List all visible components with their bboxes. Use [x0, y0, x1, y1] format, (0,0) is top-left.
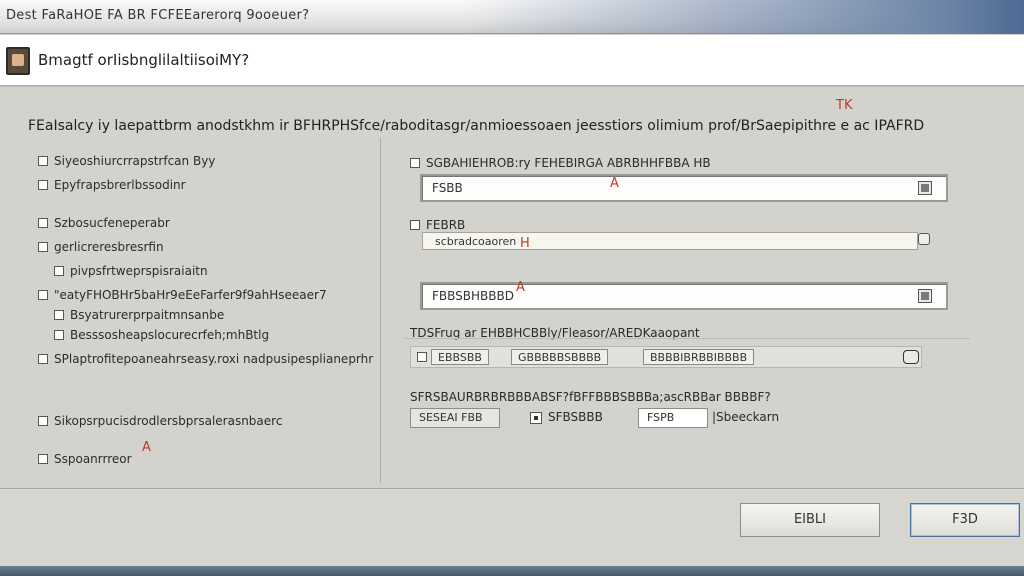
- annotation-mark: A: [610, 176, 619, 191]
- checkbox-icon[interactable]: [410, 220, 420, 230]
- option-label: pivpsfrtweprspisraiaitn: [70, 264, 208, 278]
- option-checkbox[interactable]: Bsyatrurerprpaitmnsanbe: [54, 308, 224, 322]
- checkbox-icon[interactable]: [38, 454, 48, 464]
- next-button[interactable]: F3D: [910, 503, 1020, 537]
- browse-icon[interactable]: [918, 181, 932, 195]
- option-checkbox[interactable]: Epyfrapsbrerlbssodinr: [38, 178, 186, 192]
- field1-label: SGBAHIEHROB:ry FEHEBIRGA ABRBHHFBBA HB: [410, 156, 711, 170]
- checkbox-icon[interactable]: [410, 158, 420, 168]
- back-button[interactable]: EIBLI: [740, 503, 880, 537]
- segment-1[interactable]: EBBSBB: [431, 349, 489, 365]
- dialog-footer: EIBLI F3D: [0, 488, 1024, 566]
- annotation-mark: A: [516, 280, 525, 295]
- taskbar-strip: [0, 566, 1024, 576]
- checkbox-icon[interactable]: [54, 310, 64, 320]
- option-label: SPlaptrofitepoaneahrseasy.roxi nadpusipe…: [54, 352, 374, 366]
- pair-mid-label: SFBSBBB: [548, 410, 603, 424]
- field2-value: scbradcoaoren: [435, 235, 517, 248]
- option-checkbox[interactable]: Besssosheapslocurecrfeh;mhBtlg: [54, 328, 269, 342]
- instructions-text: FEaIsalcy iy laepattbrm anodstkhm ir BFH…: [28, 118, 925, 134]
- checkbox-icon[interactable]: [54, 266, 64, 276]
- checkbox-icon[interactable]: [38, 242, 48, 252]
- segment-3[interactable]: BBBBIBRBBIBBBB: [643, 349, 755, 365]
- pair-left-field[interactable]: SESEAI FBB: [410, 408, 500, 428]
- option-checkbox[interactable]: Sikopsrpucisdrodlersbprsalerasnbaerc: [38, 414, 282, 428]
- field1-input[interactable]: FSBB: [420, 174, 948, 202]
- pair-right-field[interactable]: FSPB: [638, 408, 708, 428]
- field3-input[interactable]: FBBSBHBBBD: [420, 282, 948, 310]
- title-bar: Dest FaRaHOE FA BR FCFEEarerorq 9ooeuer?: [0, 0, 1024, 34]
- dialog-body: FEaIsalcy iy laepattbrm anodstkhm ir BFH…: [0, 88, 1024, 488]
- checkbox-icon[interactable]: [38, 218, 48, 228]
- annotation-mark: TK: [836, 98, 853, 113]
- annotation-mark: A: [142, 440, 151, 455]
- option-label: Sspoanrrreor: [54, 452, 132, 466]
- option-label: "eatyFHOBHr5baHr9eEeFarfer9f9ahHseeaer7: [54, 288, 327, 302]
- option-checkbox[interactable]: Sspoanrrreor: [38, 452, 132, 466]
- option-label: Szbosucfeneperabr: [54, 216, 170, 230]
- checkbox-icon[interactable]: [38, 416, 48, 426]
- column-divider: [380, 138, 381, 483]
- checkbox-icon[interactable]: [54, 330, 64, 340]
- option-checkbox[interactable]: Siyeoshiurcrrapstrfcan Byy: [38, 154, 215, 168]
- segment-2[interactable]: GBBBBBSBBBB: [511, 349, 609, 365]
- dialog-heading: Bmagtf orIisbnglilaltiisoiMY?: [38, 51, 250, 69]
- section-divider: [404, 338, 970, 339]
- segment-bar: EBBSBB GBBBBBSBBBB BBBBIBRBBIBBBB: [410, 346, 922, 368]
- title-bar-gradient: [464, 0, 1024, 34]
- option-label: Sikopsrpucisdrodlersbprsalerasnbaerc: [54, 414, 283, 428]
- field2-input[interactable]: scbradcoaoren: [422, 232, 918, 250]
- option-label: gerlicreresbresrfin: [54, 240, 164, 254]
- option-label: Besssosheapslocurecrfeh;mhBtlg: [70, 328, 270, 342]
- option-label: Siyeoshiurcrrapstrfcan Byy: [54, 154, 216, 168]
- app-icon: [6, 47, 30, 75]
- option-checkbox[interactable]: gerlicreresbresrfin: [38, 240, 164, 254]
- field3-value: FBBSBHBBBD: [432, 289, 514, 303]
- option-checkbox[interactable]: SPlaptrofitepoaneahrseasy.roxi nadpusipe…: [38, 352, 373, 366]
- dialog-header: Bmagtf orIisbnglilaltiisoiMY?: [0, 35, 1024, 87]
- checkbox-icon[interactable]: [38, 354, 48, 364]
- radio-button[interactable]: [530, 412, 542, 424]
- field2-label: FEBRB: [410, 218, 465, 232]
- annotation-mark: H: [520, 236, 530, 251]
- window-title: Dest FaRaHOE FA BR FCFEEarerorq 9ooeuer?: [6, 8, 310, 23]
- checkbox-icon[interactable]: [38, 180, 48, 190]
- field2-clear-icon[interactable]: [918, 233, 930, 245]
- checkbox-icon[interactable]: [38, 156, 48, 166]
- option-label: Epyfrapsbrerlbssodinr: [54, 178, 186, 192]
- toggle-switch[interactable]: [903, 350, 919, 364]
- option-checkbox[interactable]: pivpsfrtweprspisraiaitn: [54, 264, 208, 278]
- browse-icon[interactable]: [918, 289, 932, 303]
- line2-text: SFRSBAURBRBRBBBABSF?fBFFBBBSBBBa;ascRBBa…: [410, 390, 771, 404]
- checkbox-icon[interactable]: [417, 352, 427, 362]
- option-checkbox[interactable]: Szbosucfeneperabr: [38, 216, 170, 230]
- field1-value: FSBB: [432, 181, 463, 195]
- pair-suffix-label: |Sbeeckarn: [712, 410, 780, 424]
- option-checkbox[interactable]: "eatyFHOBHr5baHr9eEeFarfer9f9ahHseeaer7: [38, 288, 327, 302]
- option-label: Bsyatrurerprpaitmnsanbe: [70, 308, 225, 322]
- checkbox-icon[interactable]: [38, 290, 48, 300]
